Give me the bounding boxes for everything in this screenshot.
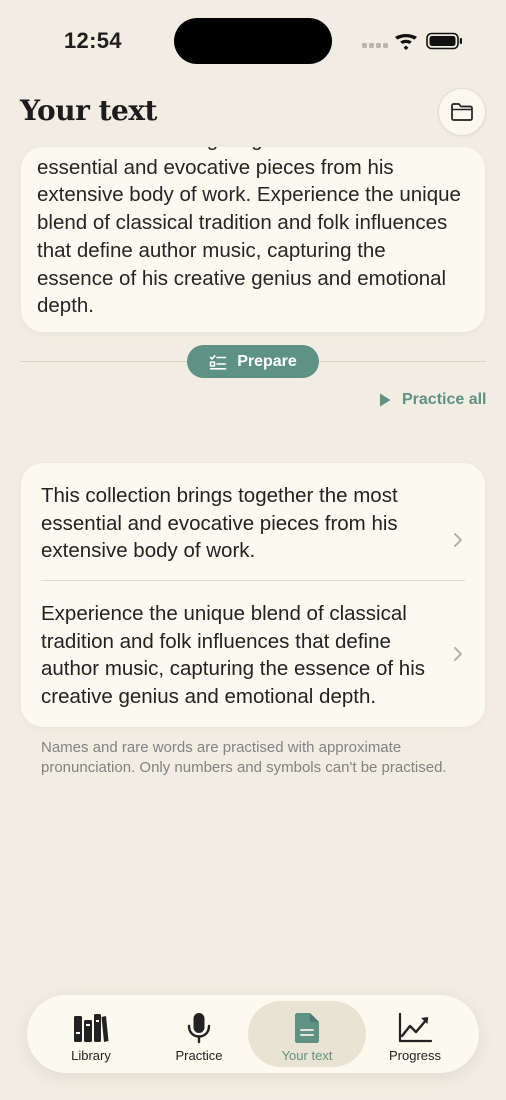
tab-label: Practice xyxy=(175,1048,223,1063)
tab-your-text[interactable]: Your text xyxy=(248,1001,366,1067)
tab-label: Your text xyxy=(281,1048,333,1063)
practice-all-button[interactable]: Practice all xyxy=(378,389,487,411)
footnote: Names and rare words are practised with … xyxy=(41,739,447,777)
chevron-right-icon xyxy=(454,647,462,661)
tab-library[interactable]: Library xyxy=(32,1001,150,1067)
cellular-signal-icon xyxy=(362,43,388,48)
open-folder-button[interactable] xyxy=(438,88,486,136)
checklist-icon xyxy=(209,354,227,370)
folder-icon xyxy=(451,103,473,121)
tab-practice[interactable]: Practice xyxy=(140,1001,258,1067)
status-time: 12:54 xyxy=(64,28,122,53)
sentence-text: Experience the unique blend of classical… xyxy=(41,602,426,709)
tab-progress[interactable]: Progress xyxy=(356,1001,474,1067)
text-editor[interactable]: This collection brings together the most… xyxy=(21,147,485,332)
sentence-list: This collection brings together the most… xyxy=(21,463,485,727)
chart-line-icon xyxy=(398,1012,433,1043)
editor-text[interactable]: This collection brings together the most… xyxy=(37,147,467,320)
page-title: Your text xyxy=(20,94,157,127)
microphone-icon xyxy=(187,1013,211,1044)
wifi-icon xyxy=(395,34,417,50)
play-icon xyxy=(380,393,391,407)
prepare-label: Prepare xyxy=(237,352,297,370)
battery-icon xyxy=(426,32,462,50)
tab-label: Library xyxy=(71,1048,111,1063)
document-icon xyxy=(295,1013,319,1043)
list-item[interactable]: Experience the unique blend of classical… xyxy=(21,600,485,711)
list-item[interactable]: This collection brings together the most… xyxy=(21,482,485,565)
list-divider xyxy=(41,580,465,581)
tab-bar: Library Practice Your text Progress xyxy=(27,995,479,1073)
dynamic-island xyxy=(174,18,332,64)
practice-all-label: Practice all xyxy=(402,391,487,408)
chevron-right-icon xyxy=(454,533,462,547)
tab-label: Progress xyxy=(388,1048,442,1063)
sentence-text: This collection brings together the most… xyxy=(41,484,398,563)
library-icon xyxy=(74,1014,109,1042)
prepare-button[interactable]: Prepare xyxy=(187,345,319,378)
status-icons xyxy=(362,30,464,52)
